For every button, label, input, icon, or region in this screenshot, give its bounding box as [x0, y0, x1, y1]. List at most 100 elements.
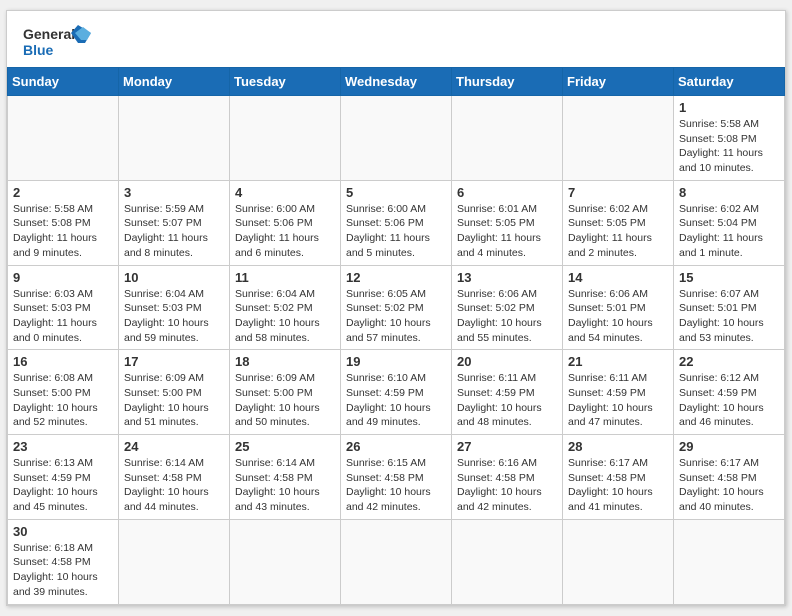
day-number: 27 [457, 439, 557, 454]
day-cell: 17Sunrise: 6:09 AM Sunset: 5:00 PM Dayli… [119, 350, 230, 435]
day-info: Sunrise: 6:00 AM Sunset: 5:06 PM Dayligh… [235, 202, 335, 261]
day-info: Sunrise: 6:15 AM Sunset: 4:58 PM Dayligh… [346, 456, 446, 515]
day-cell [8, 96, 119, 181]
day-info: Sunrise: 6:06 AM Sunset: 5:02 PM Dayligh… [457, 287, 557, 346]
day-number: 17 [124, 354, 224, 369]
col-header-tuesday: Tuesday [230, 68, 341, 96]
day-info: Sunrise: 6:17 AM Sunset: 4:58 PM Dayligh… [568, 456, 668, 515]
day-number: 30 [13, 524, 113, 539]
logo: GeneralBlue [23, 23, 93, 59]
day-cell: 19 Sunrise: 6:10 AM Sunset: 4:59 PM Dayli… [341, 350, 452, 435]
day-number: 21 [568, 354, 668, 369]
day-cell: 6 Sunrise: 6:01 AM Sunset: 5:05 PM Daylig… [452, 180, 563, 265]
day-cell: 23Sunrise: 6:13 AM Sunset: 4:59 PM Dayli… [8, 435, 119, 520]
day-cell: 29Sunrise: 6:17 AM Sunset: 4:58 PM Dayli… [674, 435, 785, 520]
day-cell: 8 Sunrise: 6:02 AM Sunset: 5:04 PM Daylig… [674, 180, 785, 265]
day-cell: 27 Sunrise: 6:16 AM Sunset: 4:58 PM Dayli… [452, 435, 563, 520]
day-number: 9 [13, 270, 113, 285]
col-header-saturday: Saturday [674, 68, 785, 96]
day-info: Sunrise: 6:08 AM Sunset: 5:00 PM Dayligh… [13, 371, 113, 430]
day-cell: 22 Sunrise: 6:12 AM Sunset: 4:59 PM Dayli… [674, 350, 785, 435]
day-info: Sunrise: 6:04 AM Sunset: 5:03 PM Dayligh… [124, 287, 224, 346]
day-cell: 5 Sunrise: 6:00 AM Sunset: 5:06 PM Daylig… [341, 180, 452, 265]
day-number: 4 [235, 185, 335, 200]
day-info: Sunrise: 5:59 AM Sunset: 5:07 PM Dayligh… [124, 202, 224, 261]
day-cell: 10 Sunrise: 6:04 AM Sunset: 5:03 PM Dayli… [119, 265, 230, 350]
day-cell: 28 Sunrise: 6:17 AM Sunset: 4:58 PM Dayli… [563, 435, 674, 520]
day-number: 14 [568, 270, 668, 285]
day-number: 5 [346, 185, 446, 200]
day-number: 12 [346, 270, 446, 285]
day-cell: 9Sunrise: 6:03 AM Sunset: 5:03 PM Daylig… [8, 265, 119, 350]
day-info: Sunrise: 6:00 AM Sunset: 5:06 PM Dayligh… [346, 202, 446, 261]
day-number: 26 [346, 439, 446, 454]
day-number: 24 [124, 439, 224, 454]
day-cell [563, 96, 674, 181]
day-info: Sunrise: 6:06 AM Sunset: 5:01 PM Dayligh… [568, 287, 668, 346]
day-number: 22 [679, 354, 779, 369]
day-number: 15 [679, 270, 779, 285]
day-number: 1 [679, 100, 779, 115]
header: GeneralBlue [7, 11, 785, 67]
day-number: 8 [679, 185, 779, 200]
day-number: 20 [457, 354, 557, 369]
day-info: Sunrise: 6:01 AM Sunset: 5:05 PM Dayligh… [457, 202, 557, 261]
day-info: Sunrise: 6:02 AM Sunset: 5:04 PM Dayligh… [679, 202, 779, 261]
svg-text:General: General [23, 26, 75, 42]
day-info: Sunrise: 6:04 AM Sunset: 5:02 PM Dayligh… [235, 287, 335, 346]
day-info: Sunrise: 6:09 AM Sunset: 5:00 PM Dayligh… [235, 371, 335, 430]
calendar-table: SundayMondayTuesdayWednesdayThursdayFrid… [7, 67, 785, 605]
col-header-wednesday: Wednesday [341, 68, 452, 96]
day-info: Sunrise: 6:16 AM Sunset: 4:58 PM Dayligh… [457, 456, 557, 515]
day-number: 2 [13, 185, 113, 200]
day-cell [563, 519, 674, 604]
svg-text:Blue: Blue [23, 42, 54, 58]
day-info: Sunrise: 6:12 AM Sunset: 4:59 PM Dayligh… [679, 371, 779, 430]
col-header-sunday: Sunday [8, 68, 119, 96]
day-cell: 12 Sunrise: 6:05 AM Sunset: 5:02 PM Dayli… [341, 265, 452, 350]
day-number: 28 [568, 439, 668, 454]
week-row-3: 9Sunrise: 6:03 AM Sunset: 5:03 PM Daylig… [8, 265, 785, 350]
day-number: 23 [13, 439, 113, 454]
day-number: 19 [346, 354, 446, 369]
day-info: Sunrise: 6:07 AM Sunset: 5:01 PM Dayligh… [679, 287, 779, 346]
day-cell [119, 96, 230, 181]
day-info: Sunrise: 6:14 AM Sunset: 4:58 PM Dayligh… [235, 456, 335, 515]
day-number: 16 [13, 354, 113, 369]
day-number: 29 [679, 439, 779, 454]
calendar-wrapper: GeneralBlue SundayMondayTuesdayWednesday… [6, 10, 786, 606]
day-cell: 14 Sunrise: 6:06 AM Sunset: 5:01 PM Dayli… [563, 265, 674, 350]
day-cell: 25 Sunrise: 6:14 AM Sunset: 4:58 PM Dayli… [230, 435, 341, 520]
day-info: Sunrise: 6:10 AM Sunset: 4:59 PM Dayligh… [346, 371, 446, 430]
day-cell: 20Sunrise: 6:11 AM Sunset: 4:59 PM Dayli… [452, 350, 563, 435]
day-cell: 7 Sunrise: 6:02 AM Sunset: 5:05 PM Daylig… [563, 180, 674, 265]
day-number: 7 [568, 185, 668, 200]
header-row: SundayMondayTuesdayWednesdayThursdayFrid… [8, 68, 785, 96]
week-row-5: 23Sunrise: 6:13 AM Sunset: 4:59 PM Dayli… [8, 435, 785, 520]
week-row-2: 2Sunrise: 5:58 AM Sunset: 5:08 PM Daylig… [8, 180, 785, 265]
day-number: 3 [124, 185, 224, 200]
day-cell: 30 Sunrise: 6:18 AM Sunset: 4:58 PM Dayli… [8, 519, 119, 604]
day-info: Sunrise: 6:14 AM Sunset: 4:58 PM Dayligh… [124, 456, 224, 515]
day-cell: 13 Sunrise: 6:06 AM Sunset: 5:02 PM Dayli… [452, 265, 563, 350]
day-cell [452, 96, 563, 181]
day-cell: 21Sunrise: 6:11 AM Sunset: 4:59 PM Dayli… [563, 350, 674, 435]
day-number: 25 [235, 439, 335, 454]
day-cell: 18Sunrise: 6:09 AM Sunset: 5:00 PM Dayli… [230, 350, 341, 435]
week-row-1: 1 Sunrise: 5:58 AM Sunset: 5:08 PM Daylig… [8, 96, 785, 181]
day-info: Sunrise: 5:58 AM Sunset: 5:08 PM Dayligh… [679, 117, 779, 176]
day-info: Sunrise: 6:05 AM Sunset: 5:02 PM Dayligh… [346, 287, 446, 346]
day-info: Sunrise: 6:02 AM Sunset: 5:05 PM Dayligh… [568, 202, 668, 261]
day-info: Sunrise: 6:18 AM Sunset: 4:58 PM Dayligh… [13, 541, 113, 600]
day-number: 13 [457, 270, 557, 285]
day-number: 6 [457, 185, 557, 200]
day-number: 10 [124, 270, 224, 285]
col-header-monday: Monday [119, 68, 230, 96]
day-cell [674, 519, 785, 604]
day-cell: 4 Sunrise: 6:00 AM Sunset: 5:06 PM Daylig… [230, 180, 341, 265]
day-cell [341, 96, 452, 181]
week-row-6: 30 Sunrise: 6:18 AM Sunset: 4:58 PM Dayli… [8, 519, 785, 604]
day-cell: 2Sunrise: 5:58 AM Sunset: 5:08 PM Daylig… [8, 180, 119, 265]
day-cell [119, 519, 230, 604]
col-header-friday: Friday [563, 68, 674, 96]
